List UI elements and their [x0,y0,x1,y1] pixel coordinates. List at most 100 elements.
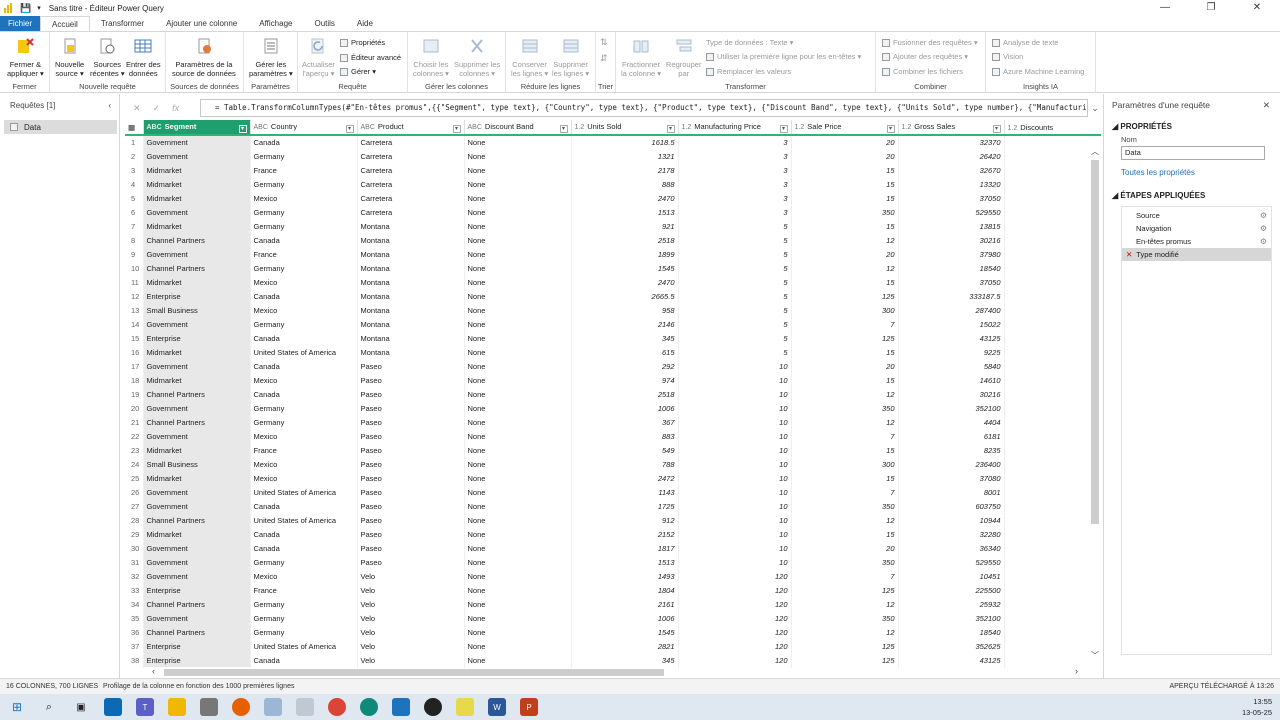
split-column-button[interactable]: Fractionner la colonne ▾ [621,36,661,78]
column-type-icon[interactable]: 1.2 [682,124,692,131]
table-cell[interactable] [1004,471,1101,485]
table-row[interactable]: 25 Midmarket Mexico Paseo None 2472 10 15 37080 [125,471,1101,485]
table-cell[interactable]: 15 [791,163,899,177]
table-cell[interactable] [1004,597,1101,611]
table-cell[interactable]: 350 [791,205,899,219]
table-row[interactable]: 28 Channel Partners United States of Ameri… [125,513,1101,527]
table-cell[interactable]: Germany [250,177,358,191]
table-cell[interactable]: None [464,163,572,177]
table-cell[interactable]: 1006 [571,401,679,415]
table-cell[interactable]: Channel Partners [143,625,251,639]
table-cell[interactable]: Canada [250,541,358,555]
step-navigation[interactable]: Navigation ⚙ [1122,222,1271,235]
table-cell[interactable]: 3 [678,205,792,219]
column-header[interactable]: ABC Discount Band ▾ [464,120,572,136]
table-cell[interactable]: 333187.5 [898,289,1005,303]
table-cell[interactable]: Germany [250,205,358,219]
column-header[interactable]: 1.2 Units Sold ▾ [571,120,679,136]
table-cell[interactable]: 5 [678,317,792,331]
tab-affichage[interactable]: Affichage [248,16,303,31]
table-row[interactable]: 36 Channel Partners Germany Velo None 1545 120… [125,625,1101,639]
column-filter-dropdown-icon[interactable]: ▾ [238,124,247,133]
table-row[interactable]: 32 Government Mexico Velo None 1493 120 7 10451 [125,569,1101,583]
table-cell[interactable]: Enterprise [143,653,251,667]
table-row[interactable]: 9 Government France Montana None 1899 5 20 37980 [125,247,1101,261]
column-type-icon[interactable]: 1.2 [795,124,805,131]
table-cell[interactable]: Paseo [357,373,465,387]
table-cell[interactable] [1004,583,1101,597]
table-cell[interactable]: Carretera [357,177,465,191]
table-row[interactable]: 34 Channel Partners Germany Velo None 2161 120… [125,597,1101,611]
table-cell[interactable]: Montana [357,261,465,275]
table-cell[interactable]: Midmarket [143,177,251,191]
table-cell[interactable]: Canada [250,135,358,149]
table-cell[interactable] [1004,443,1101,457]
table-cell[interactable]: Mexico [250,275,358,289]
properties-button[interactable]: Propriétés [340,38,385,47]
table-row[interactable]: 13 Small Business Mexico Montana None 958 5 300… [125,303,1101,317]
table-cell[interactable]: 15 [791,219,899,233]
table-cell[interactable]: Government [143,555,251,569]
table-cell[interactable]: 37050 [898,191,1005,205]
replace-values-button[interactable]: Remplacer les valeurs [706,67,791,76]
advanced-editor-button[interactable]: Éditeur avancé [340,53,401,62]
table-cell[interactable]: None [464,233,572,247]
table-cell[interactable]: 5 [678,233,792,247]
table-cell[interactable]: Germany [250,625,358,639]
table-cell[interactable]: Paseo [357,401,465,415]
word-icon[interactable]: W [488,698,506,716]
table-cell[interactable]: Paseo [357,499,465,513]
table-cell[interactable]: 30216 [898,387,1005,401]
table-cell[interactable] [1004,527,1101,541]
table-cell[interactable]: 43125 [898,653,1005,667]
table-cell[interactable]: None [464,219,572,233]
table-cell[interactable]: 10451 [898,569,1005,583]
table-cell[interactable]: None [464,345,572,359]
table-row[interactable]: 20 Government Germany Paseo None 1006 10 350 352… [125,401,1101,415]
table-cell[interactable]: 12 [791,415,899,429]
tab-ajouter-colonne[interactable]: Ajouter une colonne [155,16,248,31]
store-icon[interactable] [104,698,122,716]
table-cell[interactable]: Government [143,247,251,261]
table-cell[interactable]: Canada [250,359,358,373]
table-cell[interactable]: Paseo [357,513,465,527]
table-cell[interactable]: Government [143,499,251,513]
horizontal-scrollbar[interactable]: ‹ › [150,666,1080,678]
table-cell[interactable]: None [464,373,572,387]
table-cell[interactable] [1004,331,1101,345]
table-cell[interactable]: None [464,191,572,205]
table-cell[interactable]: Canada [250,289,358,303]
table-row[interactable]: 10 Channel Partners Germany Montana None 1545… [125,261,1101,275]
table-cell[interactable]: Velo [357,639,465,653]
table-row[interactable]: 22 Government Mexico Paseo None 883 10 7 6181 [125,429,1101,443]
table-cell[interactable]: Government [143,429,251,443]
table-cell[interactable]: Paseo [357,359,465,373]
table-cell[interactable]: 10 [678,359,792,373]
table-cell[interactable]: France [250,163,358,177]
table-cell[interactable]: Velo [357,569,465,583]
table-cell[interactable]: Paseo [357,429,465,443]
table-cell[interactable]: Paseo [357,457,465,471]
table-cell[interactable]: Government [143,135,251,149]
table-cell[interactable]: None [464,387,572,401]
enter-data-button[interactable]: Entrer des données [126,36,161,78]
table-cell[interactable]: 10 [678,471,792,485]
table-cell[interactable]: 10 [678,373,792,387]
maximize-button[interactable]: ❐ [1188,0,1234,16]
vision-button[interactable]: Vision [992,52,1023,61]
append-queries-button[interactable]: Ajouter des requêtes ▾ [882,52,968,61]
table-cell[interactable]: 7 [791,569,899,583]
remove-columns-button[interactable]: Supprimer les colonnes ▾ [454,36,500,78]
table-cell[interactable]: 921 [571,219,679,233]
table-row[interactable]: 31 Government Germany Paseo None 1513 10 350 529… [125,555,1101,569]
table-cell[interactable]: Channel Partners [143,261,251,275]
table-cell[interactable]: 26420 [898,149,1005,163]
table-cell[interactable]: None [464,583,572,597]
table-cell[interactable]: 120 [678,639,792,653]
table-cell[interactable]: 120 [678,583,792,597]
table-row[interactable]: 7 Midmarket Germany Montana None 921 5 15 13815 [125,219,1101,233]
table-cell[interactable]: 7 [791,485,899,499]
table-cell[interactable]: 14610 [898,373,1005,387]
table-cell[interactable] [1004,457,1101,471]
table-cell[interactable]: Velo [357,611,465,625]
